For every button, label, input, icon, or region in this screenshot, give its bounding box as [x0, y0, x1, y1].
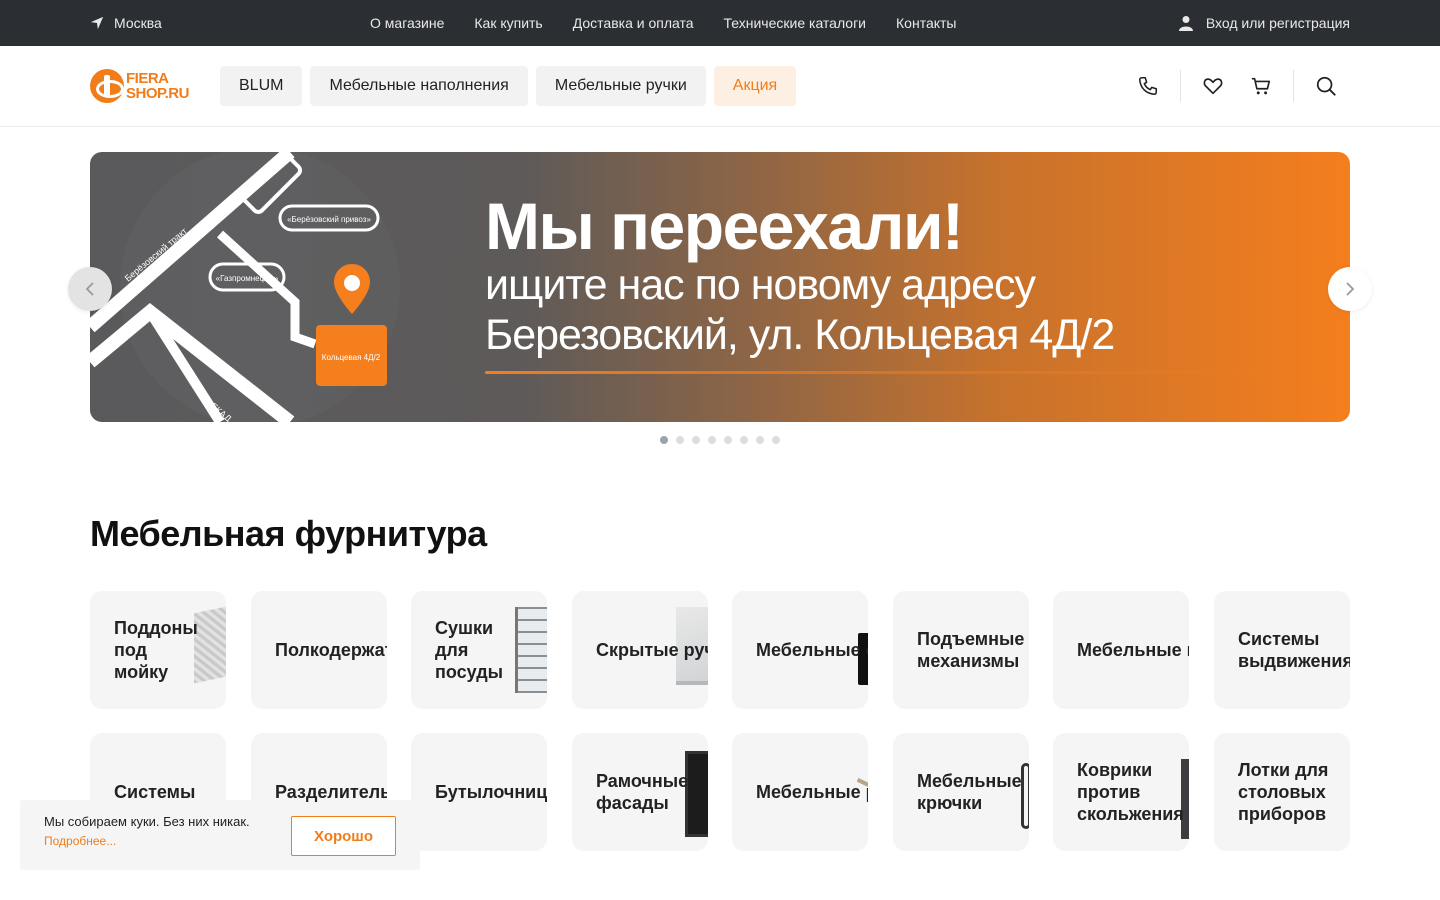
category-card-label: Бутылочницы: [435, 782, 547, 802]
login-label: Вход или регистрация: [1205, 15, 1350, 31]
slider-dot[interactable]: [708, 436, 716, 444]
category-furniture-handles[interactable]: Мебельные ручки: [535, 66, 706, 106]
slider-dot[interactable]: [740, 436, 748, 444]
logo-line-1: FIERA: [126, 70, 169, 87]
banner-subtitle-line-1: ищите нас по новому адресу: [485, 261, 1036, 309]
top-nav-delivery[interactable]: Доставка и оплата: [573, 15, 694, 31]
location-arrow-icon: [90, 16, 104, 30]
header-divider: [1180, 70, 1181, 102]
logo-text: FIERA SHOP.RU: [126, 71, 189, 101]
banner-underline: [485, 371, 1260, 374]
category-card-hooks[interactable]: Мебельные крючки: [893, 733, 1029, 851]
category-card-label: Скрытые ручки: [596, 640, 708, 660]
category-card-label: Мебельные опоры: [756, 640, 868, 660]
category-card-cutlery-trays[interactable]: Лотки для столовых приборов: [1214, 733, 1350, 851]
category-card-label: Мебельные крючки: [917, 771, 1022, 813]
slider-prev-button[interactable]: [68, 267, 112, 311]
top-nav-about[interactable]: О магазине: [370, 15, 444, 31]
map-label-market: «Берёзовский привоз»: [287, 215, 371, 224]
category-card-hidden-handles[interactable]: Скрытые ручки: [572, 591, 708, 709]
search-icon: [1316, 76, 1336, 96]
user-icon: [1178, 16, 1193, 31]
category-promo[interactable]: Акция: [713, 66, 797, 106]
category-card-label: Лотки для столовых приборов: [1238, 760, 1329, 824]
slider-next-button[interactable]: [1328, 267, 1372, 311]
category-card-label: Рамочные фасады: [596, 771, 689, 813]
favorites-button[interactable]: [1189, 70, 1237, 102]
top-bar: Москва О магазине Как купить Доставка и …: [0, 0, 1440, 46]
logo-line-2: SHOP.RU: [126, 85, 189, 102]
search-button[interactable]: [1302, 70, 1350, 102]
banner-subtitle-line-2: Березовский, ул. Кольцевая 4Д/2: [485, 311, 1115, 359]
section-title: Мебельная фурнитура: [90, 513, 487, 554]
category-card-label: Полкодержатели: [275, 640, 387, 660]
chevron-left-icon: [85, 282, 94, 296]
map-illustration: «Берёзовский привоз» «Газпромнефть» Берё…: [90, 152, 400, 422]
category-card-label: Поддоны под мойку: [114, 618, 198, 682]
login-link[interactable]: Вход или регистрация: [1178, 0, 1350, 46]
slider-dot[interactable]: [676, 436, 684, 444]
cart-button[interactable]: [1237, 70, 1285, 102]
logo[interactable]: FIERA SHOP.RU: [90, 68, 202, 104]
promo-banner[interactable]: «Берёзовский привоз» «Газпромнефть» Берё…: [90, 152, 1350, 422]
cookie-more-link[interactable]: Подробнее...: [44, 834, 116, 848]
category-card-label: Коврики против скольжения: [1077, 760, 1184, 824]
category-card-label: Мебельные ручки: [756, 782, 868, 802]
top-nav-how-to-buy[interactable]: Как купить: [474, 15, 542, 31]
logo-mark-icon: [90, 69, 124, 103]
heart-icon: [1203, 78, 1223, 95]
banner-title: Мы переехали!: [485, 189, 964, 263]
slider-dot[interactable]: [692, 436, 700, 444]
category-card-furniture-hinges[interactable]: Мебельные петли: [1053, 591, 1189, 709]
category-blum[interactable]: BLUM: [220, 66, 303, 106]
top-nav-catalogs[interactable]: Технические каталоги: [724, 15, 867, 31]
top-nav-contacts[interactable]: Контакты: [896, 15, 956, 31]
category-card-dish-dryers[interactable]: Сушки для посуды: [411, 591, 547, 709]
slider-dots: [660, 436, 780, 444]
category-card-drawer-systems[interactable]: Системы выдвижения: [1214, 591, 1350, 709]
slider-dot[interactable]: [756, 436, 764, 444]
header-divider: [1293, 70, 1294, 102]
category-card-shelf-supports[interactable]: Полкодержатели: [251, 591, 387, 709]
slider-dot[interactable]: [772, 436, 780, 444]
map-label-gas: «Газпромнефть»: [216, 274, 279, 283]
category-card-label: Подъемные механизмы: [917, 629, 1025, 671]
banner-subtitle: ищите нас по новому адресу Березовский, …: [485, 260, 1115, 360]
slider-dot[interactable]: [724, 436, 732, 444]
category-card-bottle-holders[interactable]: Бутылочницы: [411, 733, 547, 851]
phone-button[interactable]: [1124, 70, 1172, 102]
category-card-handles[interactable]: Мебельные ручки: [732, 733, 868, 851]
category-nav: BLUM Мебельные наполнения Мебельные ручк…: [220, 66, 797, 106]
category-card-label: Мебельные петли: [1077, 640, 1189, 660]
category-card-lift-mechanisms[interactable]: Подъемные механизмы: [893, 591, 1029, 709]
category-card-furniture-legs[interactable]: Мебельные опоры: [732, 591, 868, 709]
category-card-anti-slip-mats[interactable]: Коврики против скольжения: [1053, 733, 1189, 851]
category-card-label: Разделительные: [275, 782, 387, 802]
category-card-label: Сушки для посуды: [435, 618, 504, 682]
city-label: Москва: [114, 15, 162, 31]
city-selector[interactable]: Москва: [90, 0, 162, 46]
category-card-label: Системы: [114, 782, 196, 802]
category-image: [515, 607, 547, 693]
map-label-address: Кольцевая 4Д/2: [322, 353, 381, 362]
header-icons: [1124, 70, 1350, 102]
top-nav: О магазине Как купить Доставка и оплата …: [370, 0, 957, 46]
category-card-sink-trays[interactable]: Поддоны под мойку: [90, 591, 226, 709]
category-card-frame-facades[interactable]: Рамочные фасады: [572, 733, 708, 851]
category-furniture-fillings[interactable]: Мебельные наполнения: [310, 66, 528, 106]
cart-icon: [1251, 77, 1271, 95]
chevron-right-icon: [1346, 282, 1355, 296]
slider-dot[interactable]: [660, 436, 668, 444]
header: FIERA SHOP.RU BLUM Мебельные наполнения …: [0, 46, 1440, 127]
category-card-label: Системы выдвижения: [1238, 629, 1350, 671]
phone-icon: [1138, 76, 1158, 96]
